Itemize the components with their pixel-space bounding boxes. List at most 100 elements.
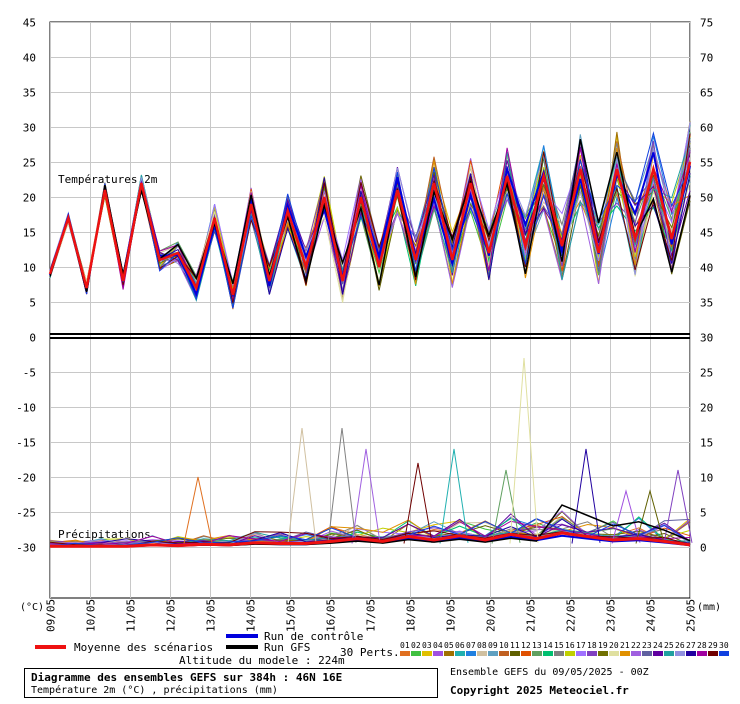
legend-pert-swatch: [510, 651, 520, 656]
legend-pert-number: 14: [543, 641, 553, 650]
legend-pert-swatch: [697, 651, 707, 656]
date-tick-label: 10/05: [85, 599, 98, 632]
left-tick-label: 0: [29, 332, 36, 345]
legend-pert-number: 19: [598, 641, 608, 650]
right-tick-label: 45: [700, 227, 713, 240]
date-tick-label: 12/05: [165, 599, 178, 632]
legend-pert-swatch: [444, 651, 454, 656]
legend-pert-number: 05: [444, 641, 454, 650]
date-tick-label: 14/05: [245, 599, 258, 632]
legend-pert-swatch: [631, 651, 641, 656]
legend-pert-swatch: [499, 651, 509, 656]
legend-pert-swatch: [675, 651, 685, 656]
date-tick-label: 24/05: [645, 599, 658, 632]
legend-pert-number: 01: [400, 641, 410, 650]
right-tick-label: 0: [700, 542, 707, 555]
left-tick-label: -25: [16, 507, 36, 520]
legend-pert-swatch: [477, 651, 487, 656]
left-tick-label: 10: [23, 262, 36, 275]
legend-pert-swatch: [719, 651, 729, 656]
legend-pert-swatch: [554, 651, 564, 656]
legend-pert-swatch: [488, 651, 498, 656]
title-box: Diagramme des ensembles GEFS sur 384h : …: [24, 668, 438, 698]
legend-pert-number: 30: [719, 641, 729, 650]
right-tick-label: 75: [700, 17, 713, 30]
legend-pert-swatch: [686, 651, 696, 656]
legend-pert-swatch: [400, 651, 410, 656]
chart-stage: 45 75 40 70 35 65 30 60 25 55 20 50 15 45 10 40 5 35 0 30 -5…: [0, 0, 740, 700]
legend-pert-swatch: [532, 651, 542, 656]
legend-pert-number: 28: [697, 641, 707, 650]
left-tick-label: 5: [29, 297, 36, 310]
copyright-label: Copyright 2025 Meteociel.fr: [450, 684, 629, 697]
right-tick-label: 55: [700, 157, 713, 170]
legend-pert-swatch: [642, 651, 652, 656]
left-tick-label: 40: [23, 52, 36, 65]
left-tick-label: 45: [23, 17, 36, 30]
legend-pert-swatch: [521, 651, 531, 656]
legend-pert-swatch: [466, 651, 476, 656]
legend-pert-swatch: [411, 651, 421, 656]
date-tick-label: 20/05: [485, 599, 498, 632]
legend-pert-number: 09: [488, 641, 498, 650]
right-tick-label: 70: [700, 52, 713, 65]
chart-title: Diagramme des ensembles GEFS sur 384h : …: [31, 671, 343, 684]
legend-pert-number: 02: [411, 641, 421, 650]
left-tick-label: -10: [16, 402, 36, 415]
legend-pert-number: 24: [653, 641, 663, 650]
right-tick-label: 10: [700, 472, 713, 485]
right-tick-label: 15: [700, 437, 713, 450]
right-tick-label: 20: [700, 402, 713, 415]
left-tick-label: 30: [23, 122, 36, 135]
gefs-ensemble-chart: 45 7540 7035 6530 6025 5520 5015 4510 405 350 30-5…: [16, 17, 729, 667]
legend-pert-number: 04: [433, 641, 443, 650]
ensemble-run-label: Ensemble GEFS du 09/05/2025 - 00Z: [450, 667, 649, 678]
right-tick-label: 40: [700, 262, 713, 275]
right-tick-label: 65: [700, 87, 713, 100]
date-tick-label: 21/05: [525, 599, 538, 632]
left-axis-unit: (°C): [20, 602, 44, 613]
legend-pert-number: 16: [565, 641, 575, 650]
legend-pert-number: 12: [521, 641, 531, 650]
legend-pert-swatch: [565, 651, 575, 656]
legend-pert-number: 21: [620, 641, 630, 650]
left-tick-label: 15: [23, 227, 36, 240]
left-tick-label: 25: [23, 157, 36, 170]
right-tick-label: 25: [700, 367, 713, 380]
legend-pert-number: 11: [510, 641, 520, 650]
left-tick-label: 20: [23, 192, 36, 205]
legend-pert-swatch: [543, 651, 553, 656]
legend-pert-number: 08: [477, 641, 487, 650]
legend-pert-number: 27: [686, 641, 696, 650]
legend-pert-number: 20: [609, 641, 619, 650]
legend-pert-number: 18: [587, 641, 597, 650]
date-tick-label: 17/05: [365, 599, 378, 632]
date-tick-label: 18/05: [405, 599, 418, 632]
legend-pert-swatch: [609, 651, 619, 656]
legend-pert-swatch: [455, 651, 465, 656]
legend-pert-number: 22: [631, 641, 641, 650]
legend-perts-label: 30 Perts.: [340, 646, 400, 659]
date-tick-label: 22/05: [565, 599, 578, 632]
legend-pert-swatch: [422, 651, 432, 656]
legend-gfs-label: Run GFS: [264, 641, 310, 654]
legend-pert-swatch: [587, 651, 597, 656]
legend-mean-label: Moyenne des scénarios: [74, 641, 213, 654]
legend-pert-number: 10: [499, 641, 509, 650]
legend-pert-swatch: [620, 651, 630, 656]
date-tick-label: 16/05: [325, 599, 338, 632]
left-tick-label: -30: [16, 542, 36, 555]
date-tick-label: 23/05: [605, 599, 618, 632]
date-tick-label: 19/05: [445, 599, 458, 632]
legend-pert-number: 23: [642, 641, 652, 650]
right-axis-unit: (mm): [697, 602, 721, 613]
legend-pert-number: 29: [708, 641, 718, 650]
legend-pert-swatch: [576, 651, 586, 656]
legend-pert-number: 13: [532, 641, 542, 650]
legend-pert-number: 06: [455, 641, 465, 650]
right-tick-label: 35: [700, 297, 713, 310]
legend-pert-swatch: [664, 651, 674, 656]
legend-pert-number: 25: [664, 641, 674, 650]
right-tick-label: 60: [700, 122, 713, 135]
date-tick-label: 25/05: [685, 599, 698, 632]
